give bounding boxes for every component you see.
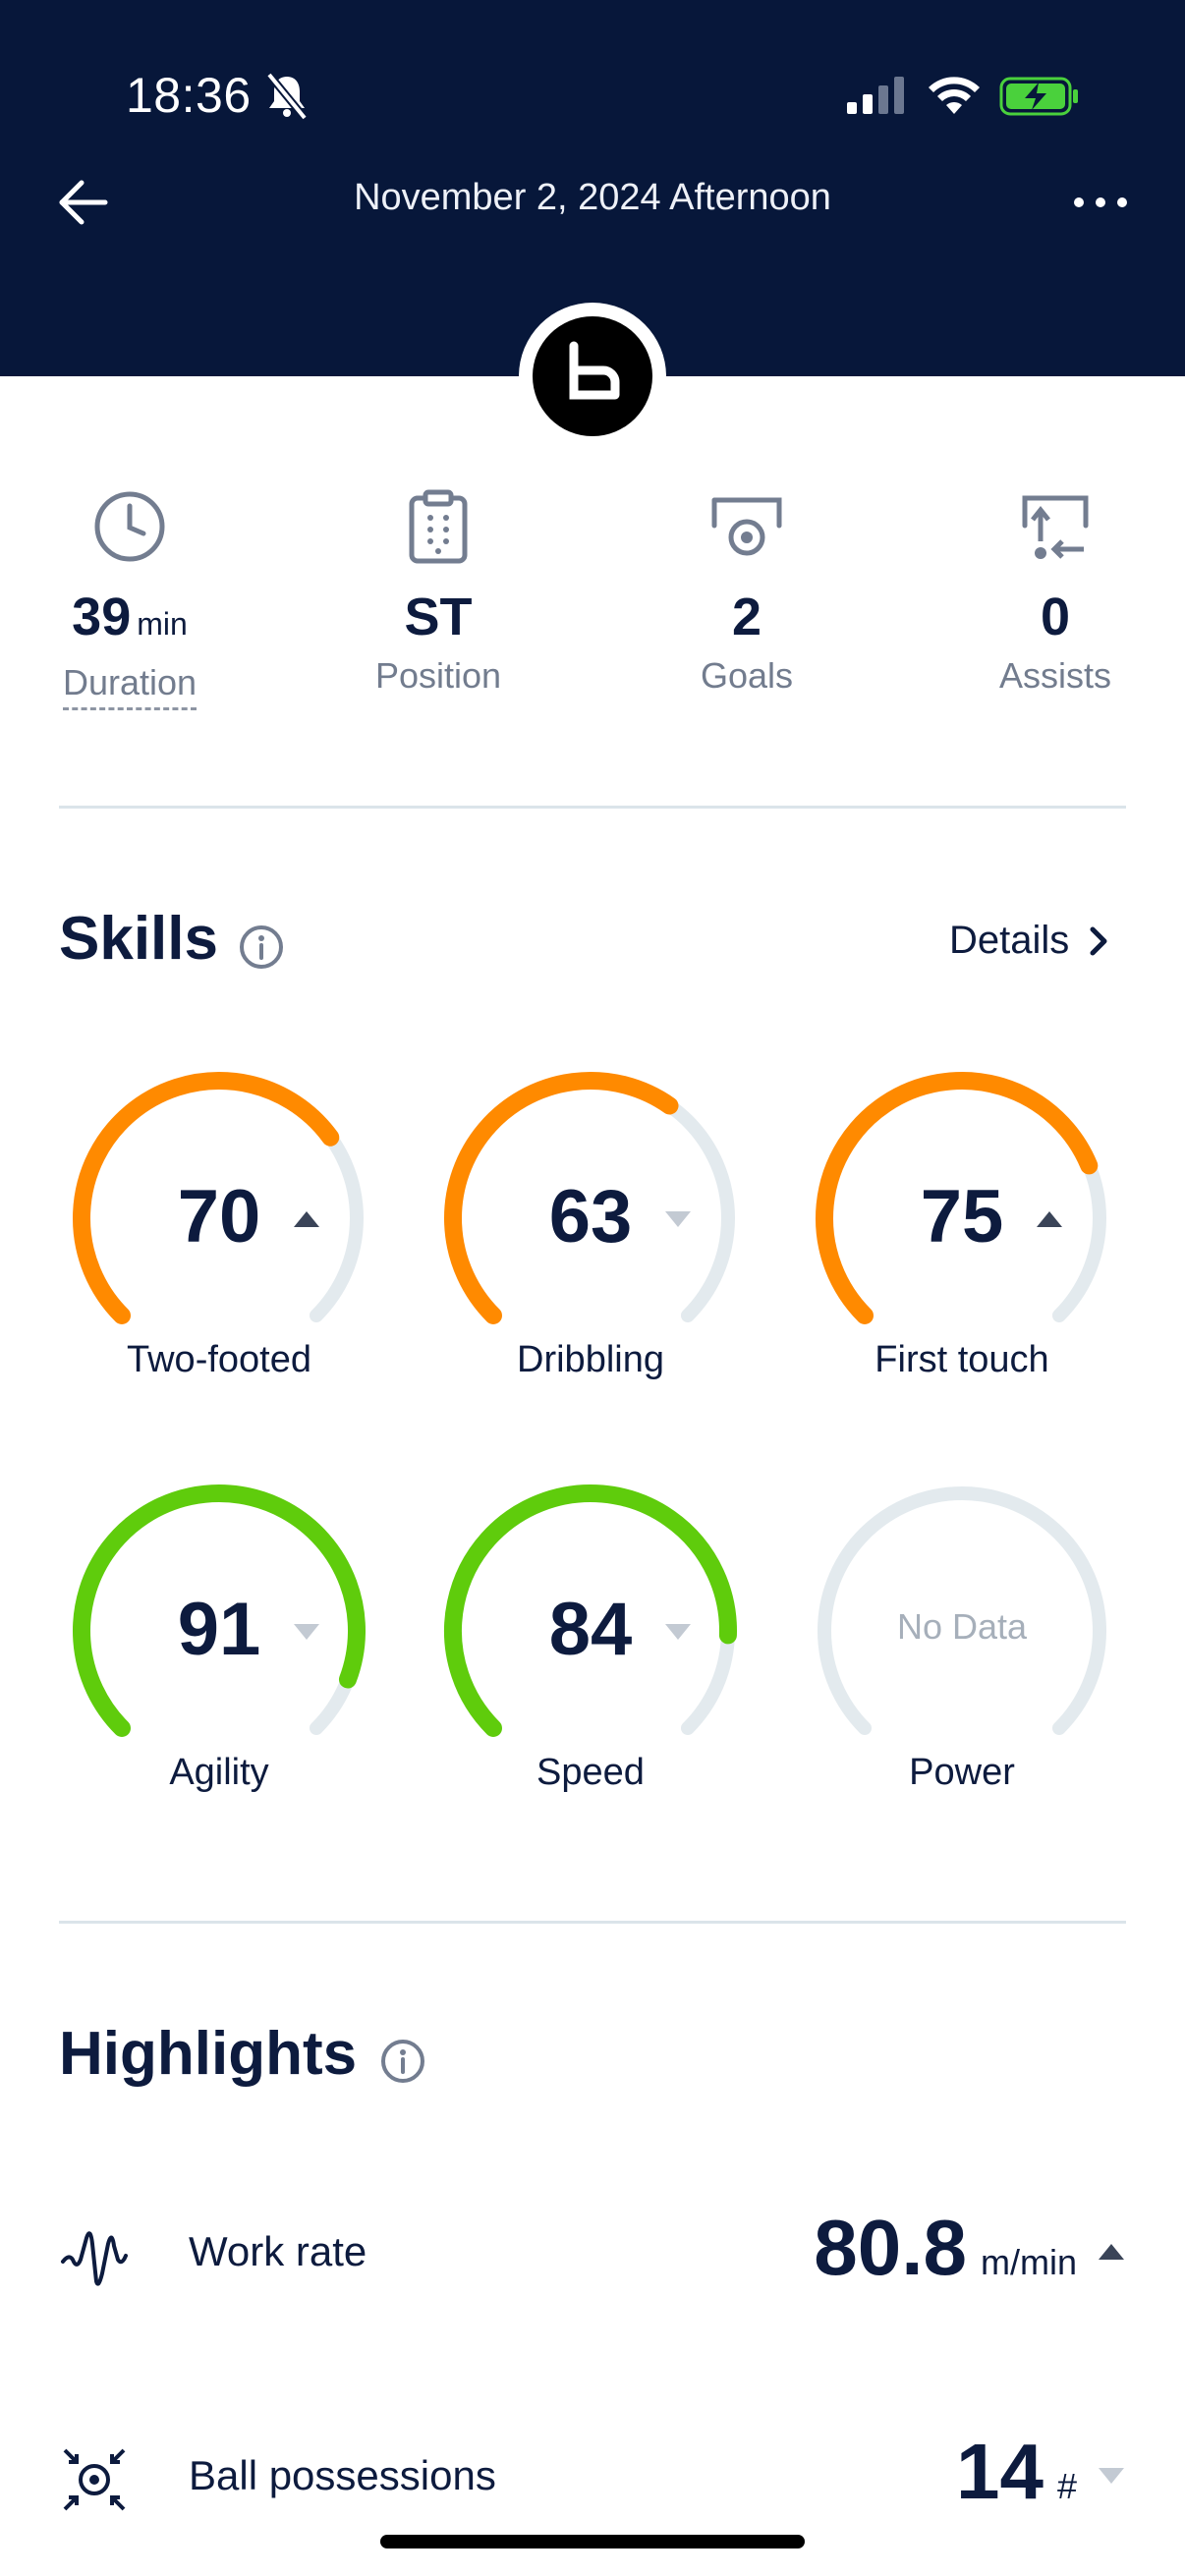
position-label: Position bbox=[374, 655, 502, 696]
stat-duration[interactable]: 39 min Duration bbox=[12, 486, 248, 710]
wave-icon bbox=[61, 2231, 128, 2286]
details-label: Details bbox=[949, 919, 1070, 962]
duration-unit: min bbox=[137, 606, 188, 642]
work-rate-value: 80.8 bbox=[814, 2204, 967, 2291]
skill-score-value: 70 bbox=[177, 1175, 261, 1259]
skill-label: Two-footed bbox=[127, 1339, 311, 1380]
skill-gauge-agility[interactable]: 91 Agility bbox=[67, 1479, 371, 1793]
work-rate-label: Work rate bbox=[189, 2228, 367, 2274]
skill-score: 75 bbox=[810, 1174, 1114, 1260]
trend-down-icon bbox=[665, 1211, 691, 1227]
ball-possessions-value: 14 bbox=[955, 2428, 1044, 2515]
skills-info-icon[interactable] bbox=[238, 924, 285, 971]
skill-label: First touch bbox=[875, 1339, 1049, 1380]
ball-possessions-unit: # bbox=[1056, 2466, 1077, 2506]
highlight-ball-possessions[interactable]: Ball possessions 14 # bbox=[59, 2427, 1126, 2525]
goals-label: Goals bbox=[700, 655, 794, 696]
skill-score: 70 bbox=[67, 1174, 371, 1260]
trend-up-icon bbox=[294, 1211, 319, 1227]
ball-possessions-label: Ball possessions bbox=[189, 2452, 496, 2498]
no-data-text: No Data bbox=[896, 1606, 1028, 1647]
position-value: ST bbox=[404, 588, 473, 646]
trend-up-icon bbox=[1037, 1211, 1062, 1227]
skill-score-value: 84 bbox=[548, 1588, 633, 1671]
skill-gauge-first-touch[interactable]: 75 First touch bbox=[810, 1066, 1114, 1380]
assists-value: 0 bbox=[1040, 588, 1071, 646]
trend-down-icon bbox=[294, 1624, 319, 1640]
skill-score-value: 75 bbox=[920, 1175, 1004, 1259]
goals-value: 2 bbox=[731, 588, 762, 646]
details-link[interactable]: Details bbox=[949, 919, 1108, 963]
trend-down-icon bbox=[1099, 2468, 1124, 2484]
skill-gauge-power[interactable]: No Data Power bbox=[810, 1479, 1114, 1793]
skill-label: Power bbox=[909, 1752, 1015, 1793]
home-indicator[interactable] bbox=[380, 2535, 805, 2548]
app-logo bbox=[519, 303, 666, 450]
divider bbox=[59, 806, 1126, 809]
skill-score-value: 63 bbox=[548, 1175, 633, 1259]
highlight-work-rate[interactable]: Work rate 80.8 m/min bbox=[59, 2203, 1126, 2301]
skills-title: Skills bbox=[59, 905, 218, 973]
skill-score: 91 bbox=[67, 1587, 371, 1672]
trend-down-icon bbox=[665, 1624, 691, 1640]
session-title: November 2, 2024 Afternoon bbox=[354, 177, 831, 218]
skill-label: Speed bbox=[536, 1752, 645, 1793]
assist-pass-icon bbox=[1022, 495, 1089, 559]
work-rate-unit: m/min bbox=[981, 2242, 1077, 2282]
wifi-icon bbox=[929, 77, 980, 114]
status-time: 18:36 bbox=[126, 68, 252, 123]
battery-charging-icon bbox=[999, 77, 1078, 116]
assists-label: Assists bbox=[998, 655, 1111, 696]
skill-gauge-two-footed[interactable]: 70 Two-footed bbox=[67, 1066, 371, 1380]
highlights-info-icon[interactable] bbox=[379, 2038, 426, 2085]
duration-label: Duration bbox=[62, 660, 198, 710]
goal-net-icon bbox=[711, 497, 782, 556]
more-options-icon[interactable] bbox=[1073, 193, 1128, 212]
clock-icon bbox=[94, 491, 165, 562]
duration-value: 39 bbox=[72, 588, 132, 646]
skill-label: Agility bbox=[169, 1752, 269, 1793]
stat-assists: 0 Assists bbox=[937, 486, 1173, 699]
trend-up-icon bbox=[1099, 2244, 1124, 2260]
stat-position: ST Position bbox=[320, 486, 556, 699]
brand-logo-icon bbox=[569, 341, 620, 400]
highlights-title: Highlights bbox=[59, 2020, 358, 2088]
clipboard-formation-icon bbox=[409, 489, 468, 564]
skill-score: 63 bbox=[438, 1174, 743, 1260]
divider bbox=[59, 1921, 1126, 1924]
skill-score: 84 bbox=[438, 1587, 743, 1672]
skill-score-value: 91 bbox=[177, 1588, 261, 1671]
stat-goals: 2 Goals bbox=[629, 486, 865, 699]
chevron-right-icon bbox=[1090, 926, 1107, 955]
bell-muted-icon bbox=[265, 73, 309, 120]
skill-label: Dribbling bbox=[517, 1339, 664, 1380]
ball-possession-icon bbox=[63, 2448, 126, 2511]
skill-gauge-dribbling[interactable]: 63 Dribbling bbox=[438, 1066, 743, 1380]
cellular-signal-icon bbox=[847, 77, 904, 114]
skill-gauge-speed[interactable]: 84 Speed bbox=[438, 1479, 743, 1793]
